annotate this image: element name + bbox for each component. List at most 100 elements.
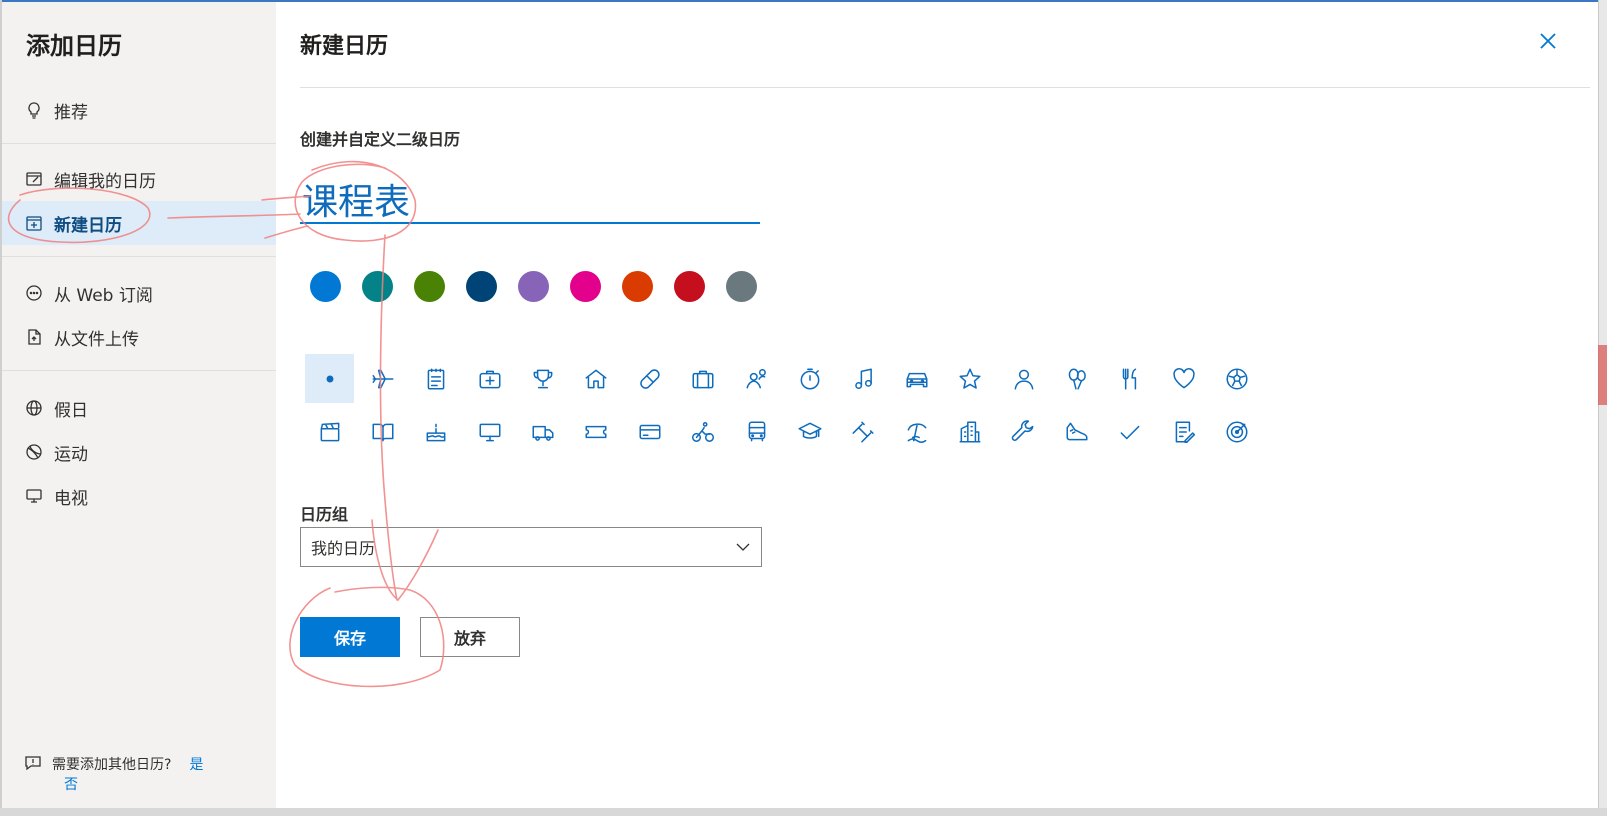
feedback-yes-link[interactable]: 是 — [189, 754, 203, 774]
color-swatch-orange[interactable] — [622, 271, 653, 302]
edit-calendar-icon — [24, 169, 44, 189]
sidebar-item-sports[interactable]: 运动 — [2, 430, 276, 474]
color-swatch-teal[interactable] — [362, 271, 393, 302]
car-icon — [906, 372, 928, 387]
icon-option-graduation-cap[interactable] — [786, 407, 835, 456]
feedback-icon — [24, 754, 44, 774]
sidebar-item-label: 从文件上传 — [54, 329, 139, 350]
icon-option-first-aid[interactable] — [465, 354, 514, 403]
dot-icon — [326, 375, 333, 382]
sidebar-item-tv[interactable]: 电视 — [2, 474, 276, 518]
building-icon — [959, 420, 981, 443]
icon-option-people[interactable] — [732, 354, 781, 403]
close-button[interactable] — [1535, 28, 1561, 54]
utensils-icon — [1123, 367, 1137, 390]
icon-option-beach[interactable] — [892, 407, 941, 456]
soccer-ball-icon — [1226, 367, 1248, 390]
icon-option-utensils[interactable] — [1106, 354, 1155, 403]
calendar-name-input[interactable] — [300, 176, 760, 224]
sneaker-icon — [1066, 422, 1088, 440]
color-swatch-purple[interactable] — [518, 271, 549, 302]
trophy-icon — [533, 369, 553, 388]
sidebar-item-recommended[interactable]: 推荐 — [2, 88, 276, 132]
icon-option-star[interactable] — [946, 354, 995, 403]
calendar-group-dropdown[interactable]: 我的日历 — [300, 527, 762, 567]
window-right-edge — [1598, 0, 1607, 816]
icon-option-pill[interactable] — [625, 354, 674, 403]
icon-option-trophy[interactable] — [519, 354, 568, 403]
icon-option-music-note[interactable] — [839, 354, 888, 403]
icon-option-ticket[interactable] — [572, 407, 621, 456]
sidebar-item-subscribe-web[interactable]: 从 Web 订阅 — [2, 271, 276, 315]
color-swatch-gray[interactable] — [726, 271, 757, 302]
sidebar-item-holidays[interactable]: 假日 — [2, 386, 276, 430]
icon-option-dot[interactable] — [305, 354, 354, 403]
sidebar-divider — [2, 143, 276, 144]
beach-icon — [907, 422, 927, 443]
icon-option-home[interactable] — [572, 354, 621, 403]
feedback-no-link[interactable]: 否 — [64, 774, 78, 794]
sidebar-title: 添加日历 — [26, 32, 122, 60]
credit-card-icon — [639, 424, 661, 439]
icon-option-notepad[interactable] — [412, 354, 461, 403]
birthday-cake-icon — [426, 423, 446, 441]
icon-option-sneaker[interactable] — [1052, 407, 1101, 456]
icon-option-credit-card[interactable] — [625, 407, 674, 456]
file-upload-icon — [24, 327, 44, 347]
sidebar-item-label: 运动 — [54, 444, 88, 465]
icon-option-cyclist[interactable] — [679, 407, 728, 456]
icon-option-target[interactable] — [1213, 407, 1262, 456]
color-swatch-green[interactable] — [414, 271, 445, 302]
icon-option-dumbbell[interactable] — [839, 407, 888, 456]
color-swatch-red[interactable] — [674, 271, 705, 302]
icon-option-building[interactable] — [946, 407, 995, 456]
icon-option-bus[interactable] — [732, 407, 781, 456]
color-swatch-pink[interactable] — [570, 271, 601, 302]
sidebar-item-label: 从 Web 订阅 — [54, 285, 153, 306]
icon-option-book[interactable] — [358, 407, 407, 456]
sidebar: 添加日历 推荐 编辑我的日历 新建日历 从 Web 订阅 从文件上传 假日 运动… — [2, 2, 276, 808]
discard-button[interactable]: 放弃 — [420, 617, 520, 657]
save-button[interactable]: 保存 — [300, 617, 400, 657]
lightbulb-icon — [24, 100, 44, 120]
airplane-icon — [372, 369, 394, 388]
icon-option-car[interactable] — [892, 354, 941, 403]
icon-option-person[interactable] — [999, 354, 1048, 403]
wrench-icon — [1011, 419, 1034, 441]
sidebar-item-new-calendar[interactable]: 新建日历 — [2, 201, 276, 245]
bus-icon — [748, 420, 765, 441]
sidebar-item-label: 电视 — [54, 488, 88, 509]
truck-icon — [532, 425, 554, 441]
icon-option-stopwatch[interactable] — [786, 354, 835, 403]
icon-option-monitor[interactable] — [465, 407, 514, 456]
icon-option-checkmark[interactable] — [1106, 407, 1155, 456]
icon-option-birthday-cake[interactable] — [412, 407, 461, 456]
icon-option-notes[interactable] — [1159, 407, 1208, 456]
sidebar-item-label: 编辑我的日历 — [54, 171, 156, 192]
icon-option-airplane[interactable] — [358, 354, 407, 403]
icon-option-balloons[interactable] — [1052, 354, 1101, 403]
color-swatch-navy[interactable] — [466, 271, 497, 302]
sidebar-feedback: 需要添加其他日历? 是 — [24, 754, 203, 774]
more-circle-icon — [24, 283, 44, 303]
sidebar-item-edit-calendars[interactable]: 编辑我的日历 — [2, 157, 276, 201]
color-swatch-blue[interactable] — [310, 271, 341, 302]
globe-icon — [24, 398, 44, 418]
window-bottom-edge — [0, 808, 1607, 816]
sidebar-item-label: 新建日历 — [54, 215, 122, 236]
icon-option-soccer-ball[interactable] — [1213, 354, 1262, 403]
icon-option-heart[interactable] — [1159, 354, 1208, 403]
section-subtitle: 创建并自定义二级日历 — [300, 130, 461, 149]
balloons-icon — [1068, 367, 1086, 390]
icon-option-wrench[interactable] — [999, 407, 1048, 456]
monitor-icon — [479, 423, 501, 441]
first-aid-icon — [479, 370, 501, 388]
icon-option-briefcase[interactable] — [679, 354, 728, 403]
icon-option-truck[interactable] — [519, 407, 568, 456]
briefcase-icon — [692, 370, 714, 388]
sidebar-item-label: 推荐 — [54, 102, 88, 123]
notes-icon — [1175, 420, 1195, 443]
icon-option-clapperboard[interactable] — [305, 407, 354, 456]
home-icon — [585, 369, 607, 388]
sidebar-item-upload-file[interactable]: 从文件上传 — [2, 315, 276, 359]
